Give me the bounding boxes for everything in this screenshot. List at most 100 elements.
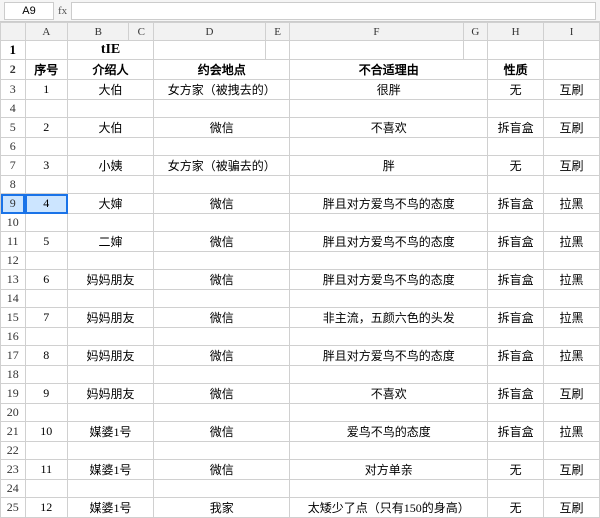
cell-D9[interactable]: 微信 [154, 194, 290, 214]
cell-D22[interactable] [154, 442, 290, 460]
cell-I20[interactable] [544, 404, 600, 422]
cell-A4[interactable] [25, 100, 67, 118]
cell-H2[interactable]: 性质 [488, 60, 544, 80]
cell-A15[interactable]: 7 [25, 308, 67, 328]
cell-B3[interactable]: 大伯 [68, 80, 154, 100]
cell-I10[interactable] [544, 214, 600, 232]
cell-D3[interactable]: 女方家（被拽去的） [154, 80, 290, 100]
cell-I18[interactable] [544, 366, 600, 384]
cell-D1[interactable] [154, 41, 266, 60]
cell-H11[interactable]: 拆盲盒 [488, 232, 544, 252]
cell-D15[interactable]: 微信 [154, 308, 290, 328]
cell-I14[interactable] [544, 290, 600, 308]
cell-B19[interactable]: 妈妈朋友 [68, 384, 154, 404]
cell-A17[interactable]: 8 [25, 346, 67, 366]
cell-I19[interactable]: 互刷 [544, 384, 600, 404]
cell-A7[interactable]: 3 [25, 156, 67, 176]
cell-F3[interactable]: 很胖 [290, 80, 488, 100]
cell-D10[interactable] [154, 214, 290, 232]
cell-D4[interactable] [154, 100, 290, 118]
cell-D18[interactable] [154, 366, 290, 384]
cell-D6[interactable] [154, 138, 290, 156]
col-header-C[interactable]: C [129, 23, 154, 41]
cell-E1[interactable] [265, 41, 290, 60]
cell-A18[interactable] [25, 366, 67, 384]
cell-H24[interactable] [488, 480, 544, 498]
cell-I2[interactable] [544, 60, 600, 80]
cell-D7[interactable]: 女方家（被骗去的） [154, 156, 290, 176]
cell-A2[interactable]: 序号 [25, 60, 67, 80]
cell-F13[interactable]: 胖且对方爱鸟不鸟的态度 [290, 270, 488, 290]
cell-F7[interactable]: 胖 [290, 156, 488, 176]
cell-I4[interactable] [544, 100, 600, 118]
cell-B10[interactable] [68, 214, 154, 232]
cell-F6[interactable] [290, 138, 488, 156]
cell-I1[interactable] [544, 41, 600, 60]
cell-A23[interactable]: 11 [25, 460, 67, 480]
cell-B14[interactable] [68, 290, 154, 308]
cell-H16[interactable] [488, 328, 544, 346]
cell-G1[interactable] [463, 41, 488, 60]
cell-A3[interactable]: 1 [25, 80, 67, 100]
cell-B8[interactable] [68, 176, 154, 194]
cell-B13[interactable]: 妈妈朋友 [68, 270, 154, 290]
cell-B24[interactable] [68, 480, 154, 498]
cell-F15[interactable]: 非主流，五颜六色的头发 [290, 308, 488, 328]
cell-B6[interactable] [68, 138, 154, 156]
cell-A14[interactable] [25, 290, 67, 308]
cell-D25[interactable]: 我家 [154, 498, 290, 518]
cell-H12[interactable] [488, 252, 544, 270]
col-header-F[interactable]: F [290, 23, 463, 41]
cell-F12[interactable] [290, 252, 488, 270]
cell-I8[interactable] [544, 176, 600, 194]
cell-A1[interactable] [25, 41, 67, 60]
cell-H14[interactable] [488, 290, 544, 308]
cell-H15[interactable]: 拆盲盒 [488, 308, 544, 328]
cell-D12[interactable] [154, 252, 290, 270]
cell-I17[interactable]: 拉黑 [544, 346, 600, 366]
cell-B17[interactable]: 妈妈朋友 [68, 346, 154, 366]
cell-B5[interactable]: 大伯 [68, 118, 154, 138]
cell-I21[interactable]: 拉黑 [544, 422, 600, 442]
name-box[interactable] [4, 2, 54, 20]
cell-I24[interactable] [544, 480, 600, 498]
col-header-I[interactable]: I [544, 23, 600, 41]
cell-F16[interactable] [290, 328, 488, 346]
cell-B12[interactable] [68, 252, 154, 270]
cell-B1[interactable]: tIE [68, 41, 154, 60]
cell-B7[interactable]: 小姨 [68, 156, 154, 176]
cell-F24[interactable] [290, 480, 488, 498]
cell-F1[interactable] [290, 41, 463, 60]
cell-H6[interactable] [488, 138, 544, 156]
cell-I13[interactable]: 拉黑 [544, 270, 600, 290]
cell-B20[interactable] [68, 404, 154, 422]
cell-A12[interactable] [25, 252, 67, 270]
col-header-E[interactable]: E [265, 23, 290, 41]
cell-B22[interactable] [68, 442, 154, 460]
cell-H22[interactable] [488, 442, 544, 460]
cell-B15[interactable]: 妈妈朋友 [68, 308, 154, 328]
cell-A5[interactable]: 2 [25, 118, 67, 138]
cell-A20[interactable] [25, 404, 67, 422]
cell-B16[interactable] [68, 328, 154, 346]
cell-D14[interactable] [154, 290, 290, 308]
cell-F19[interactable]: 不喜欢 [290, 384, 488, 404]
cell-H25[interactable]: 无 [488, 498, 544, 518]
cell-B11[interactable]: 二婶 [68, 232, 154, 252]
cell-D16[interactable] [154, 328, 290, 346]
cell-F25[interactable]: 太矮少了点（只有150的身高） [290, 498, 488, 518]
cell-D20[interactable] [154, 404, 290, 422]
cell-I7[interactable]: 互刷 [544, 156, 600, 176]
cell-H4[interactable] [488, 100, 544, 118]
cell-A9[interactable]: 4 [25, 194, 67, 214]
cell-A24[interactable] [25, 480, 67, 498]
cell-F21[interactable]: 爱鸟不鸟的态度 [290, 422, 488, 442]
cell-D19[interactable]: 微信 [154, 384, 290, 404]
cell-H8[interactable] [488, 176, 544, 194]
cell-A10[interactable] [25, 214, 67, 232]
cell-A8[interactable] [25, 176, 67, 194]
cell-I12[interactable] [544, 252, 600, 270]
cell-I25[interactable]: 互刷 [544, 498, 600, 518]
cell-H9[interactable]: 拆盲盒 [488, 194, 544, 214]
cell-F11[interactable]: 胖且对方爱鸟不鸟的态度 [290, 232, 488, 252]
